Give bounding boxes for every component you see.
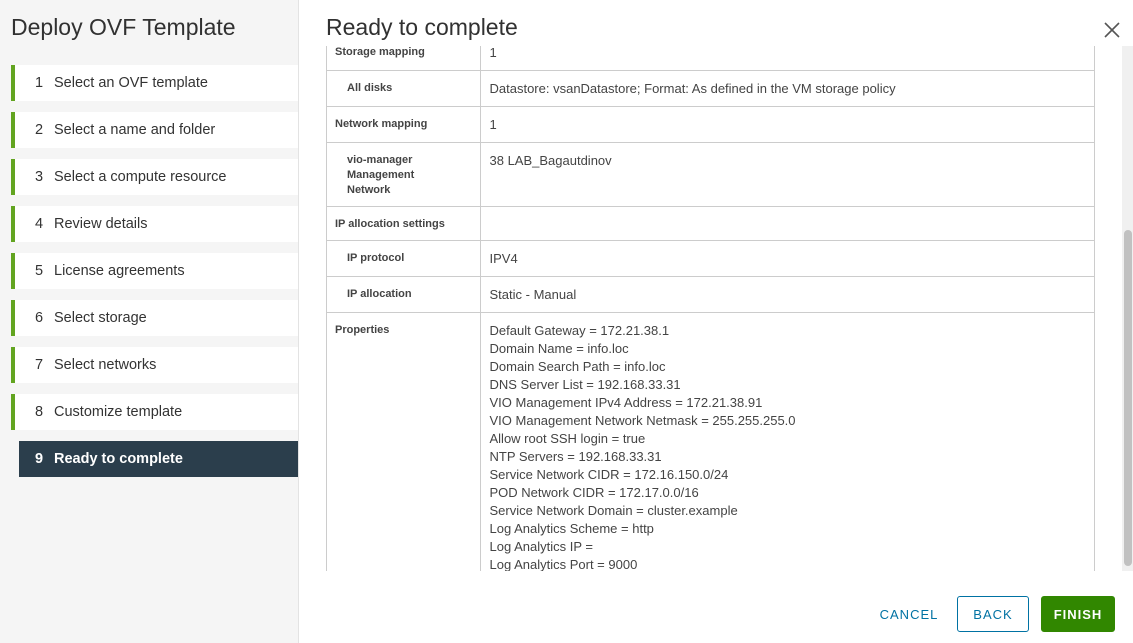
row-value-network-mapping: 1 — [480, 106, 1094, 143]
step-number: 4 — [35, 216, 44, 232]
step-label: Select networks — [54, 357, 157, 373]
table-row: IP protocol IPV4 — [327, 240, 1094, 277]
step-select-name-folder[interactable]: 2 Select a name and folder — [11, 112, 298, 148]
property-line: Default Gateway = 172.21.38.1 — [489, 323, 670, 338]
step-number: 3 — [35, 169, 44, 185]
label-line: Network — [347, 184, 391, 196]
step-number: 7 — [35, 357, 44, 373]
close-button[interactable] — [1102, 20, 1122, 40]
step-label: Review details — [54, 216, 148, 232]
property-line: VIO Management Network Netmask = 255.255… — [489, 413, 796, 428]
step-label: Ready to complete — [54, 451, 183, 467]
property-line: POD Network CIDR = 172.17.0.0/16 — [489, 485, 699, 500]
row-label-ip-allocation-settings: IP allocation settings — [327, 206, 481, 241]
step-review-details[interactable]: 4 Review details — [11, 206, 298, 242]
table-row: IP allocation Static - Manual — [327, 276, 1094, 313]
step-customize-template[interactable]: 8 Customize template — [11, 394, 298, 430]
label-line: Management — [347, 169, 415, 181]
table-row: All disks Datastore: vsanDatastore; Form… — [327, 70, 1094, 107]
label-line: vio-manager — [347, 154, 413, 166]
scrollbar-thumb[interactable] — [1124, 230, 1132, 566]
table-row: Properties Default Gateway = 172.21.38.1… — [327, 312, 1094, 571]
step-select-ovf-template[interactable]: 1 Select an OVF template — [11, 65, 298, 101]
row-label-vio-network: vio-manager Management Network — [327, 142, 481, 207]
property-line: Domain Search Path = info.loc — [489, 359, 666, 374]
wizard-steps: 1 Select an OVF template 2 Select a name… — [11, 65, 298, 488]
row-label-ip-allocation: IP allocation — [327, 276, 481, 313]
row-label-ip-protocol: IP protocol — [327, 240, 481, 277]
step-label: Select storage — [54, 310, 147, 326]
close-icon — [1104, 22, 1120, 38]
row-label-storage-mapping: Storage mapping — [327, 46, 481, 71]
property-line: DNS Server List = 192.168.33.31 — [489, 377, 681, 392]
step-label: Select an OVF template — [54, 75, 208, 91]
back-button[interactable]: BACK — [957, 596, 1029, 632]
property-line: Log Analytics Scheme = http — [489, 521, 654, 536]
step-ready-to-complete[interactable]: 9 Ready to complete — [19, 441, 298, 477]
property-line: Domain Name = info.loc — [489, 341, 629, 356]
table-row: vio-manager Management Network 38 LAB_Ba… — [327, 142, 1094, 207]
page-title: Ready to complete — [326, 14, 518, 40]
row-value-all-disks: Datastore: vsanDatastore; Format: As def… — [480, 70, 1094, 107]
review-table-viewport[interactable]: Storage mapping 1 All disks Datastore: v… — [326, 46, 1095, 571]
property-line: Log Analytics Port = 9000 — [489, 557, 638, 571]
row-value-vio-network: 38 LAB_Bagautdinov — [480, 142, 1094, 207]
step-number: 6 — [35, 310, 44, 326]
property-line: VIO Management IPv4 Address = 172.21.38.… — [489, 395, 763, 410]
row-value-ip-allocation-settings — [480, 206, 1094, 241]
property-line: Service Network CIDR = 172.16.150.0/24 — [489, 467, 729, 482]
step-number: 9 — [35, 451, 44, 467]
property-line: Allow root SSH login = true — [489, 431, 646, 446]
row-label-network-mapping: Network mapping — [327, 106, 481, 143]
row-value-properties: Default Gateway = 172.21.38.1 Domain Nam… — [480, 312, 1094, 571]
step-label: License agreements — [54, 263, 185, 279]
table-row: Network mapping 1 — [327, 106, 1094, 143]
step-number: 1 — [35, 75, 44, 91]
wizard-title: Deploy OVF Template — [11, 14, 236, 40]
step-select-storage[interactable]: 6 Select storage — [11, 300, 298, 336]
property-line: Service Network Domain = cluster.example — [489, 503, 738, 518]
finish-button[interactable]: FINISH — [1041, 596, 1115, 632]
step-number: 2 — [35, 122, 44, 138]
scrollbar[interactable] — [1122, 46, 1133, 571]
table-row: IP allocation settings — [327, 206, 1094, 241]
row-value-storage-mapping: 1 — [480, 46, 1094, 71]
property-line: Log Analytics IP = — [489, 539, 593, 554]
step-number: 5 — [35, 263, 44, 279]
review-table: Storage mapping 1 All disks Datastore: v… — [327, 46, 1094, 571]
row-label-all-disks: All disks — [327, 70, 481, 107]
row-label-properties: Properties — [327, 312, 481, 571]
property-line: NTP Servers = 192.168.33.31 — [489, 449, 662, 464]
step-select-networks[interactable]: 7 Select networks — [11, 347, 298, 383]
step-label: Select a compute resource — [54, 169, 227, 185]
row-value-ip-allocation: Static - Manual — [480, 276, 1094, 313]
row-value-ip-protocol: IPV4 — [480, 240, 1094, 277]
cancel-button[interactable]: CANCEL — [872, 596, 946, 632]
step-label: Customize template — [54, 404, 183, 420]
step-select-compute-resource[interactable]: 3 Select a compute resource — [11, 159, 298, 195]
step-license-agreements[interactable]: 5 License agreements — [11, 253, 298, 289]
step-label: Select a name and folder — [54, 122, 216, 138]
step-number: 8 — [35, 404, 44, 420]
table-row: Storage mapping 1 — [327, 46, 1094, 71]
wizard-sidebar: Deploy OVF Template 1 Select an OVF temp… — [0, 0, 299, 643]
